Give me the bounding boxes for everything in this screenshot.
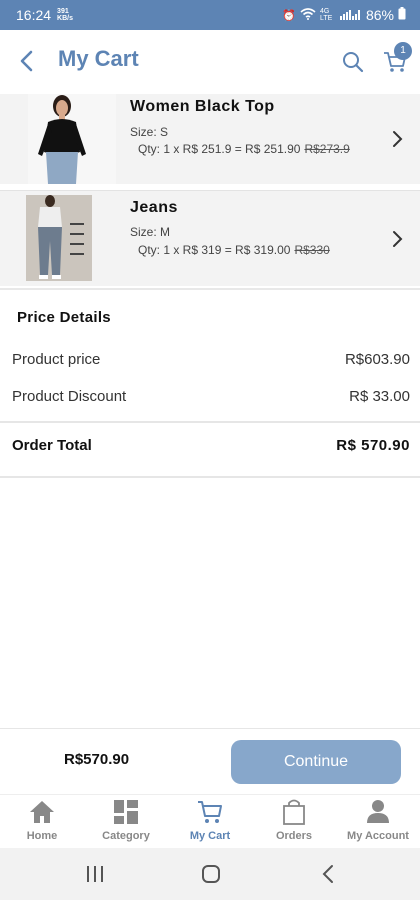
system-back-icon[interactable]	[320, 864, 336, 889]
nav-item-my-cart[interactable]: My Cart	[168, 795, 252, 849]
cart-count-badge: 1	[394, 42, 412, 60]
old-price: R$273.9	[304, 142, 350, 156]
product-image-women-black-top	[28, 94, 116, 184]
shopping-bag-icon	[283, 799, 305, 825]
status-right: ⏰ 4G LTE 86%	[282, 7, 406, 23]
product-discount-value: R$ 33.00	[349, 388, 410, 405]
continue-button[interactable]: Continue	[231, 740, 401, 784]
status-bar: 16:24 391 KB/s ⏰ 4G LTE 86%	[0, 0, 420, 30]
battery-text: 86%	[365, 7, 394, 23]
divider	[0, 421, 420, 423]
checkout-footer: R$570.90 Continue	[0, 728, 420, 794]
product-size: Size: M	[130, 225, 171, 239]
order-total-value: R$ 570.90	[336, 437, 410, 454]
status-time: 16:24	[16, 7, 52, 23]
qty-text: Qty: 1 x R$ 319 = R$ 319.00	[138, 243, 291, 257]
nav-label: Orders	[275, 830, 313, 842]
product-price-value: R$603.90	[344, 351, 410, 368]
recent-apps-icon[interactable]	[86, 864, 104, 889]
nav-label: Category	[102, 830, 150, 842]
home-button-icon[interactable]	[201, 864, 221, 889]
wifi-icon	[300, 7, 316, 23]
category-icon	[114, 800, 138, 824]
nav-label: Home	[26, 830, 58, 842]
product-size: Size: S	[130, 125, 169, 139]
product-name: Jeans	[130, 199, 178, 216]
product-discount-label: Product Discount	[12, 388, 127, 405]
cart-icon	[198, 801, 222, 823]
status-left: 16:24 391 KB/s	[16, 7, 73, 23]
chevron-right-icon[interactable]	[389, 229, 405, 249]
product-qty-line: Qty: 1 x R$ 251.9 = R$ 251.90 R$273.9	[138, 142, 350, 156]
back-arrow-icon[interactable]	[16, 48, 40, 74]
home-icon	[30, 801, 54, 823]
signal-icon	[339, 7, 362, 23]
product-image-jeans	[26, 195, 92, 281]
old-price: R$330	[294, 243, 330, 257]
divider	[0, 476, 420, 478]
price-details-title: Price Details	[17, 309, 111, 326]
search-icon[interactable]	[341, 50, 365, 74]
app-bar: My Cart	[0, 30, 420, 92]
product-qty-line: Qty: 1 x R$ 319 = R$ 319.00 R$330	[138, 243, 330, 257]
data-speed-indicator: 391 KB/s	[57, 8, 73, 22]
page-title: My Cart	[58, 46, 139, 71]
user-icon	[367, 800, 389, 823]
product-name: Women Black Top	[130, 98, 275, 115]
network-type: 4G LTE	[319, 8, 333, 22]
bottom-nav: Home Category My Cart Orders My Account	[0, 794, 420, 848]
chevron-right-icon[interactable]	[389, 129, 405, 149]
system-nav-bar	[0, 848, 420, 900]
battery-icon	[398, 7, 406, 23]
nav-item-orders[interactable]: Orders	[252, 795, 336, 849]
cart-item[interactable]: Jeans Size: M Qty: 1 x R$ 319 = R$ 319.0…	[0, 190, 420, 286]
nav-label: My Cart	[189, 830, 231, 842]
cart-item[interactable]: Women Black Top Size: S Qty: 1 x R$ 251.…	[0, 94, 420, 184]
nav-item-home[interactable]: Home	[0, 795, 84, 849]
footer-total: R$570.90	[64, 751, 130, 768]
divider	[0, 288, 420, 290]
order-total-label: Order Total	[12, 437, 92, 454]
nav-item-category[interactable]: Category	[84, 795, 168, 849]
nav-item-my-account[interactable]: My Account	[336, 795, 420, 849]
product-price-label: Product price	[12, 351, 101, 368]
alarm-icon: ⏰	[282, 9, 296, 22]
nav-label: My Account	[347, 830, 409, 842]
qty-text: Qty: 1 x R$ 251.9 = R$ 251.90	[138, 142, 301, 156]
